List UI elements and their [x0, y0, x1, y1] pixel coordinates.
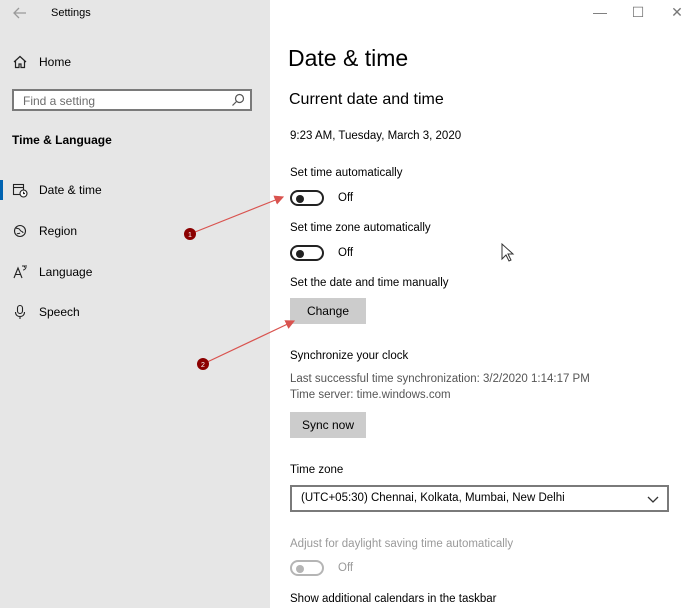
- section-heading: Time & Language: [12, 133, 112, 147]
- change-button[interactable]: Change: [290, 298, 366, 324]
- search-input[interactable]: Find a setting: [12, 89, 252, 111]
- daylight-toggle[interactable]: [290, 560, 324, 576]
- back-arrow-icon[interactable]: [12, 5, 28, 21]
- last-sync-text: Last successful time synchronization: 3/…: [290, 373, 590, 385]
- toggle-knob: [296, 250, 304, 258]
- home-nav-item[interactable]: Home: [0, 48, 270, 76]
- timezone-select[interactable]: (UTC+05:30) Chennai, Kolkata, Mumbai, Ne…: [290, 485, 669, 512]
- set-timezone-auto-state: Off: [338, 247, 354, 259]
- set-time-auto-label: Set time automatically: [290, 167, 403, 179]
- maximize-button[interactable]: ☐: [628, 4, 648, 20]
- home-label: Home: [39, 55, 72, 69]
- app-title: Settings: [51, 7, 91, 19]
- daylight-state: Off: [338, 562, 354, 574]
- microphone-icon: [12, 304, 28, 320]
- section-title: Current date and time: [289, 91, 444, 108]
- chevron-down-icon: [646, 492, 660, 504]
- main-panel: — ☐ ✕ Date & time Current date and time …: [270, 0, 693, 608]
- sync-now-button[interactable]: Sync now: [290, 412, 366, 438]
- manual-time-label: Set the date and time manually: [290, 277, 449, 289]
- sidebar-item-language[interactable]: Language: [0, 258, 270, 286]
- set-time-auto-state: Off: [338, 192, 354, 204]
- sidebar-item-label: Speech: [39, 305, 80, 319]
- sidebar-item-speech[interactable]: Speech: [0, 298, 270, 326]
- time-server-text: Time server: time.windows.com: [290, 389, 451, 401]
- sync-heading: Synchronize your clock: [290, 350, 409, 362]
- sidebar-item-label: Language: [39, 265, 93, 279]
- sidebar-item-label: Date & time: [39, 183, 102, 197]
- toggle-knob: [296, 195, 304, 203]
- timezone-value: (UTC+05:30) Chennai, Kolkata, Mumbai, Ne…: [301, 492, 565, 504]
- set-timezone-auto-toggle[interactable]: [290, 245, 324, 261]
- timezone-label: Time zone: [290, 464, 344, 476]
- calendar-clock-icon: [12, 182, 28, 198]
- search-placeholder: Find a setting: [23, 94, 96, 108]
- toggle-knob: [296, 565, 304, 573]
- selected-indicator: [0, 180, 3, 200]
- daylight-label: Adjust for daylight saving time automati…: [290, 538, 514, 550]
- sidebar: Settings Home Find a setting Time & Lang…: [0, 0, 270, 608]
- minimize-button[interactable]: —: [590, 4, 610, 20]
- home-icon: [12, 54, 28, 70]
- set-timezone-auto-label: Set time zone automatically: [290, 222, 431, 234]
- close-button[interactable]: ✕: [667, 4, 687, 20]
- sidebar-item-label: Region: [39, 224, 78, 238]
- language-icon: [12, 264, 28, 280]
- search-icon[interactable]: [231, 93, 245, 107]
- sidebar-item-region[interactable]: Region: [0, 217, 270, 245]
- sidebar-item-date-time[interactable]: Date & time: [0, 176, 270, 204]
- current-datetime: 9:23 AM, Tuesday, March 3, 2020: [290, 130, 462, 142]
- page-title: Date & time: [288, 45, 409, 71]
- additional-calendars-label: Show additional calendars in the taskbar: [290, 593, 497, 605]
- globe-icon: [12, 223, 28, 239]
- set-time-auto-toggle[interactable]: [290, 190, 324, 206]
- mouse-cursor-icon: [501, 243, 515, 262]
